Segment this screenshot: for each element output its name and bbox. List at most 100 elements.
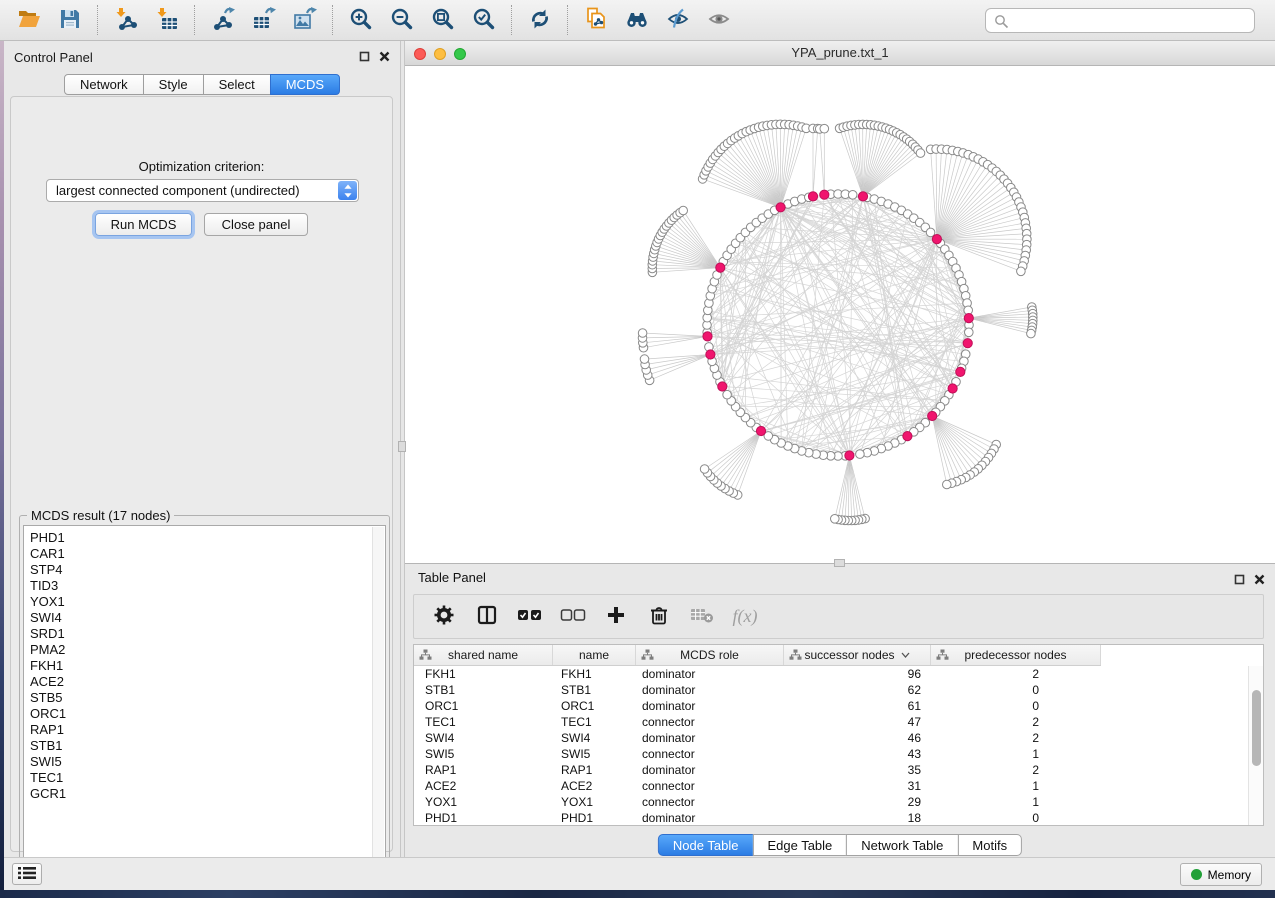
criterion-select[interactable]: largest connected component (undirected) <box>46 179 359 202</box>
table-row[interactable]: RAP1RAP1dominator352 <box>414 762 1248 778</box>
mcds-result-item[interactable]: SWI5 <box>30 754 385 770</box>
table-row[interactable]: ACE2ACE2connector311 <box>414 778 1248 794</box>
zoom-selected-button[interactable] <box>463 2 504 38</box>
mcds-result-item[interactable]: PHD1 <box>30 530 385 546</box>
table-toolbar: f(x) <box>413 594 1264 639</box>
mcds-result-item[interactable]: STP4 <box>30 562 385 578</box>
table-row[interactable]: SWI4SWI4dominator462 <box>414 730 1248 746</box>
zoom-fit-button[interactable] <box>422 2 463 38</box>
doc-share-icon <box>584 7 608 34</box>
vertical-splitter-grip[interactable] <box>398 441 406 452</box>
memory-label: Memory <box>1208 868 1251 882</box>
memory-button[interactable]: Memory <box>1180 863 1262 886</box>
tab-motifs[interactable]: Motifs <box>957 834 1022 856</box>
mcds-result-item[interactable]: TID3 <box>30 578 385 594</box>
toolbar-separator <box>332 5 333 35</box>
delete-column-button[interactable] <box>646 602 672 632</box>
mcds-result-item[interactable]: RAP1 <box>30 722 385 738</box>
binoculars-icon <box>625 7 649 34</box>
column-header-predecessor-nodes[interactable]: predecessor nodes <box>931 645 1101 665</box>
column-header-successor-nodes[interactable]: successor nodes <box>784 645 931 665</box>
new-network-from-selection-button[interactable] <box>575 2 616 38</box>
mcds-result-item[interactable]: FKH1 <box>30 658 385 674</box>
table-row[interactable]: SWI5SWI5connector431 <box>414 746 1248 762</box>
tab-style[interactable]: Style <box>143 74 204 95</box>
table-cell: 35 <box>784 762 931 778</box>
table-cell: 61 <box>784 698 931 714</box>
table-scrollbar[interactable] <box>1248 666 1263 825</box>
find-button[interactable] <box>616 2 657 38</box>
table-panel: Table Panel f(x) shared namenameMCDS rol… <box>405 563 1275 857</box>
table-row[interactable]: ORC1ORC1dominator610 <box>414 698 1248 714</box>
mcds-result-list[interactable]: PHD1CAR1STP4TID3YOX1SWI4SRD1PMA2FKH1ACE2… <box>23 525 386 883</box>
mcds-result-item[interactable]: ORC1 <box>30 706 385 722</box>
close-panel-icon[interactable] <box>379 51 390 62</box>
export-image-button[interactable] <box>284 2 325 38</box>
table-scrollbar-thumb[interactable] <box>1252 690 1261 766</box>
tab-edge-table[interactable]: Edge Table <box>752 834 847 856</box>
mcds-result-item[interactable]: YOX1 <box>30 594 385 610</box>
column-header-shared-name[interactable]: shared name <box>414 645 553 665</box>
tab-network[interactable]: Network <box>64 74 144 95</box>
tab-node-table[interactable]: Node Table <box>658 834 754 856</box>
tab-mcds[interactable]: MCDS <box>270 74 340 95</box>
float-panel-icon[interactable] <box>359 51 370 62</box>
select-all-rows-button[interactable] <box>517 602 543 632</box>
table-cell: connector <box>636 746 784 762</box>
show-columns-button[interactable] <box>474 602 500 632</box>
add-column-button[interactable] <box>603 602 629 632</box>
search-input[interactable] <box>1012 10 1248 31</box>
apply-layout-button[interactable] <box>519 2 560 38</box>
table-cell: 2 <box>931 714 1101 730</box>
import-network-button[interactable] <box>105 2 146 38</box>
mcds-result-item[interactable]: GCR1 <box>30 786 385 802</box>
mcds-result-item[interactable]: STB1 <box>30 738 385 754</box>
table-cell: dominator <box>636 698 784 714</box>
table-row[interactable]: YOX1YOX1connector291 <box>414 794 1248 810</box>
close-panel-button[interactable]: Close panel <box>204 213 308 236</box>
show-panels-list-button[interactable] <box>12 863 42 885</box>
table-settings-button[interactable] <box>431 602 457 632</box>
export-network-button[interactable] <box>202 2 243 38</box>
zoom-out-icon <box>390 7 414 34</box>
table-cell: ACE2 <box>414 778 553 794</box>
export-network-icon <box>211 7 235 34</box>
eye-slash-icon <box>666 7 690 34</box>
hide-selection-button[interactable] <box>657 2 698 38</box>
mcds-result-item[interactable]: SWI4 <box>30 610 385 626</box>
save-session-button[interactable] <box>49 2 90 38</box>
import-table-button[interactable] <box>146 2 187 38</box>
table-body: FKH1FKH1dominator962STB1STB1dominator620… <box>414 666 1248 825</box>
deselect-all-rows-button[interactable] <box>560 602 586 632</box>
table-row[interactable]: TEC1TEC1connector472 <box>414 714 1248 730</box>
float-panel-icon[interactable] <box>1234 574 1245 585</box>
export-table-button[interactable] <box>243 2 284 38</box>
mcds-list-scrollbar[interactable] <box>372 527 384 881</box>
mcds-result-item[interactable]: PMA2 <box>30 642 385 658</box>
table-row[interactable]: FKH1FKH1dominator962 <box>414 666 1248 682</box>
open-session-button[interactable] <box>8 2 49 38</box>
tab-select[interactable]: Select <box>203 74 271 95</box>
network-canvas[interactable] <box>405 66 1275 563</box>
horizontal-splitter-grip[interactable] <box>834 559 845 567</box>
column-header-name[interactable]: name <box>553 645 636 665</box>
table-row[interactable]: PHD1PHD1dominator180 <box>414 810 1248 825</box>
toolbar-separator <box>511 5 512 35</box>
zoom-in-button[interactable] <box>340 2 381 38</box>
column-header-MCDS-role[interactable]: MCDS role <box>636 645 784 665</box>
table-cell: 1 <box>931 778 1101 794</box>
run-mcds-button[interactable]: Run MCDS <box>95 213 192 236</box>
mcds-result-item[interactable]: CAR1 <box>30 546 385 562</box>
close-panel-icon[interactable] <box>1254 574 1265 585</box>
table-row[interactable]: STB1STB1dominator620 <box>414 682 1248 698</box>
mcds-result-item[interactable]: TEC1 <box>30 770 385 786</box>
mcds-result-item[interactable]: ACE2 <box>30 674 385 690</box>
mcds-result-item[interactable]: SRD1 <box>30 626 385 642</box>
tab-network-table[interactable]: Network Table <box>846 834 958 856</box>
zoom-out-button[interactable] <box>381 2 422 38</box>
mcds-result-item[interactable]: STB5 <box>30 690 385 706</box>
control-panel-tabs: NetworkStyleSelectMCDS <box>64 74 340 95</box>
table-cell: 0 <box>931 810 1101 825</box>
plus-icon <box>605 604 627 629</box>
zoom-in-icon <box>349 7 373 34</box>
